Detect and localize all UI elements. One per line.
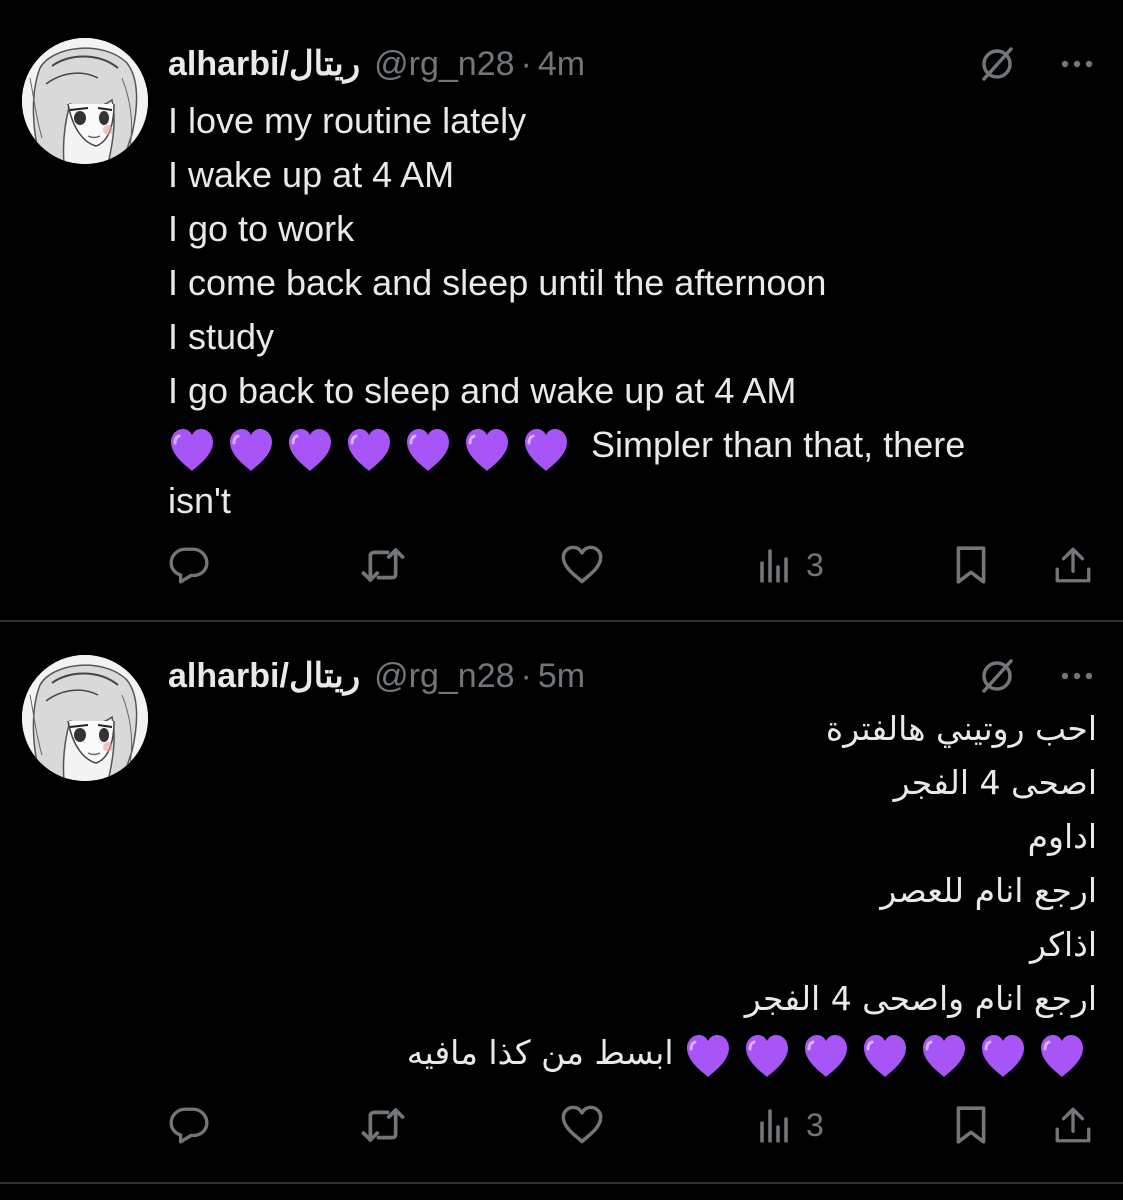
views-button[interactable]: 3: [756, 540, 824, 590]
tweet[interactable]: alharbi/ريتال @rg_n28 · 5m احب روتيني ها…: [0, 622, 1123, 1182]
purple-hearts: [168, 420, 581, 474]
purple-heart-icon: [286, 427, 334, 473]
avatar[interactable]: [22, 38, 148, 164]
tweet-emoji-line: ابسط من كذا مافيه: [197, 1026, 1097, 1082]
purple-heart-icon: [743, 1033, 791, 1079]
avatar-image: [22, 38, 148, 164]
views-button[interactable]: 3: [756, 1100, 824, 1150]
tweet-actions: 3: [0, 1100, 1123, 1150]
tweet-text-line: I come back and sleep until the afternoo…: [168, 262, 827, 303]
share-icon: [1052, 544, 1094, 586]
tweet-text-line: احب روتيني هالفترة: [825, 709, 1097, 748]
bookmark-icon: [950, 1104, 992, 1146]
reply-icon: [168, 544, 210, 586]
like-heart-icon: [560, 1103, 604, 1147]
author-handle[interactable]: @rg_n28: [374, 657, 514, 696]
share-button[interactable]: [1052, 540, 1094, 590]
more-options-icon[interactable]: [1057, 656, 1097, 696]
tweet-actions: 3: [0, 540, 1123, 590]
purple-heart-icon: [920, 1033, 968, 1079]
reply-button[interactable]: [168, 1100, 210, 1150]
like-button[interactable]: [560, 540, 604, 590]
grok-icon[interactable]: [977, 44, 1017, 84]
timestamp[interactable]: 4m: [538, 45, 585, 84]
retweet-icon: [360, 542, 406, 588]
grok-icon[interactable]: [977, 656, 1017, 696]
purple-heart-icon: [1038, 1033, 1086, 1079]
tweet-text-emoji-suffix: Simpler than that, there: [591, 424, 966, 465]
views-count: 3: [806, 1106, 824, 1143]
separator-dot: ·: [520, 44, 532, 83]
tweet-text: احب روتيني هالفترة اصحى 4 الفجر اداوم ار…: [197, 702, 1097, 1082]
tweet-text-line: اصحى 4 الفجر: [893, 763, 1097, 802]
purple-heart-icon: [522, 427, 570, 473]
views-icon: [756, 1105, 796, 1145]
share-button[interactable]: [1052, 1100, 1094, 1150]
purple-heart-icon: [345, 427, 393, 473]
reply-button[interactable]: [168, 540, 210, 590]
retweet-button[interactable]: [360, 540, 406, 590]
purple-heart-icon: [684, 1033, 732, 1079]
views-icon: [756, 545, 796, 585]
tweet-text: I love my routine lately I wake up at 4 …: [168, 94, 1078, 528]
tweet-text-line: I love my routine lately: [168, 100, 527, 141]
purple-heart-icon: [463, 427, 511, 473]
purple-heart-icon: [404, 427, 452, 473]
tweet-header: alharbi/ريتال @rg_n28 · 4m: [168, 40, 585, 88]
purple-heart-icon: [802, 1033, 850, 1079]
tweet[interactable]: alharbi/ريتال @rg_n28 · 4m I love my rou…: [0, 0, 1123, 620]
bookmark-button[interactable]: [950, 1100, 992, 1150]
views-count: 3: [806, 546, 824, 583]
author-handle[interactable]: @rg_n28: [374, 45, 514, 84]
tweet-text-line: ارجع انام واصحى 4 الفجر: [744, 979, 1097, 1018]
more-options-icon[interactable]: [1057, 44, 1097, 84]
tweet-text-line: I go to work: [168, 208, 355, 249]
bookmark-button[interactable]: [950, 540, 992, 590]
tweet-divider: [0, 1182, 1123, 1184]
tweet-text-line: اداوم: [1027, 817, 1097, 856]
reply-icon: [168, 1104, 210, 1146]
timestamp[interactable]: 5m: [538, 657, 585, 696]
like-heart-icon: [560, 543, 604, 587]
tweet-emoji-line: Simpler than that, there: [168, 418, 1078, 474]
tweet-text-line: isn't: [168, 480, 231, 522]
purple-hearts: [684, 1028, 1097, 1082]
like-button[interactable]: [560, 1100, 604, 1150]
retweet-icon: [360, 1102, 406, 1148]
share-icon: [1052, 1104, 1094, 1146]
author-display-name[interactable]: alharbi/ريتال: [168, 44, 360, 84]
tweet-text-line: I study: [168, 316, 275, 357]
tweet-top-icons: [977, 44, 1097, 84]
purple-heart-icon: [227, 427, 275, 473]
author-display-name[interactable]: alharbi/ريتال: [168, 656, 360, 696]
separator-dot: ·: [520, 656, 532, 695]
tweet-text-line: I wake up at 4 AM: [168, 154, 455, 195]
avatar-image: [22, 655, 148, 781]
tweet-text-line: ارجع انام للعصر: [880, 871, 1097, 910]
tweet-text-line: I go back to sleep and wake up at 4 AM: [168, 370, 797, 411]
tweet-text-line: اذاكر: [1030, 925, 1097, 964]
tweet-top-icons: [977, 656, 1097, 696]
tweet-text-emoji-suffix: ابسط من كذا مافيه: [406, 1033, 674, 1072]
purple-heart-icon: [979, 1033, 1027, 1079]
purple-heart-icon: [168, 427, 216, 473]
avatar[interactable]: [22, 655, 148, 781]
purple-heart-icon: [861, 1033, 909, 1079]
retweet-button[interactable]: [360, 1100, 406, 1150]
tweet-header: alharbi/ريتال @rg_n28 · 5m: [168, 652, 585, 700]
bookmark-icon: [950, 544, 992, 586]
